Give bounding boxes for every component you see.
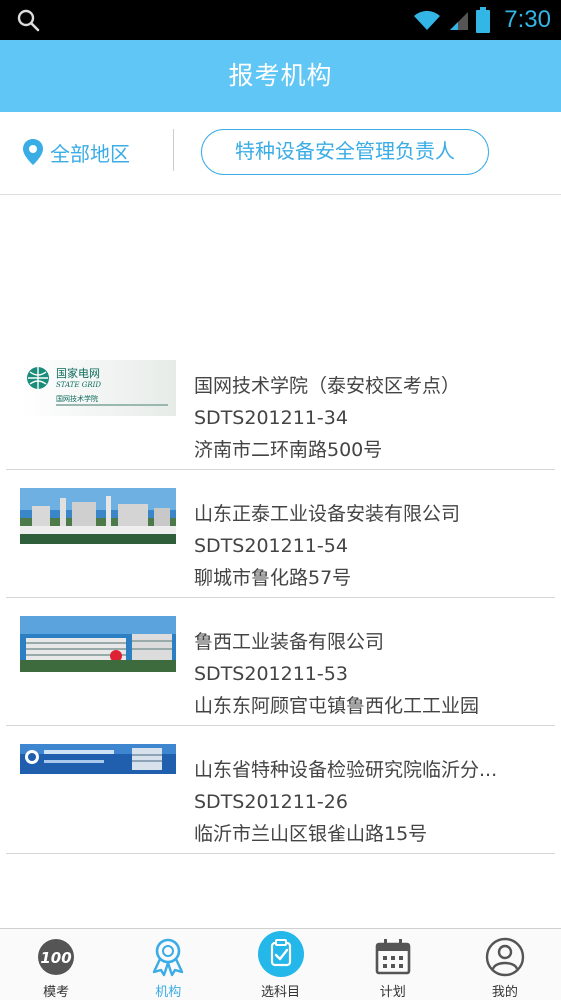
tab-institution-label: 机构 [155, 985, 182, 1000]
institution-address: 临沂市兰山区银雀山路15号 [194, 823, 428, 845]
score-100-icon: 100 [38, 939, 75, 975]
search-icon[interactable] [16, 8, 40, 32]
institution-code: SDTS201211-34 [194, 407, 348, 429]
status-time: 7:30 [504, 6, 551, 33]
institution-address: 济南市二环南路500号 [194, 439, 383, 461]
institution-photo [20, 744, 176, 800]
institution-address: 山东东阿顾官屯镇鲁西化工工业园 [194, 695, 480, 717]
institution-info: 鲁西工业装备有限公司 SDTS201211-53 山东东阿顾官屯镇鲁西化工工业园 [194, 626, 544, 722]
tab-subject[interactable]: 选科目 [224, 929, 336, 1000]
status-bar: 7:30 [0, 0, 561, 40]
institution-name: 山东省特种设备检验研究院临沂分... [194, 759, 498, 781]
bottom-nav: 100 模考 机构 选科目 计划 我的 [0, 928, 561, 1000]
institution-code: SDTS201211-53 [194, 663, 348, 685]
institution-code: SDTS201211-54 [194, 535, 348, 557]
subject-filter-button[interactable]: 特种设备安全管理负责人 [201, 129, 489, 175]
tab-mine-label: 我的 [491, 985, 518, 1000]
divider [173, 129, 174, 171]
institution-photo [20, 616, 176, 672]
institution-photo [20, 488, 176, 544]
institution-code: SDTS201211-26 [194, 791, 348, 813]
award-ribbon-icon [153, 938, 184, 977]
tab-exam-label: 模考 [43, 985, 70, 1000]
title-bar: 报考机构 [0, 40, 561, 112]
tab-plan[interactable]: 计划 [337, 929, 449, 1000]
institution-info: 山东省特种设备检验研究院临沂分... SDTS201211-26 临沂市兰山区银… [194, 754, 544, 850]
institution-address: 聊城市鲁化路57号 [194, 567, 352, 589]
region-filter[interactable]: 全部地区 [22, 136, 130, 168]
institution-name: 山东正泰工业设备安装有限公司 [194, 503, 461, 525]
region-label: 全部地区 [50, 141, 130, 166]
tab-plan-label: 计划 [379, 985, 406, 1000]
list-item[interactable]: 鲁西工业装备有限公司 SDTS201211-53 山东东阿顾官屯镇鲁西化工工业园 [6, 598, 555, 726]
list-item[interactable]: 山东省特种设备检验研究院临沂分... SDTS201211-26 临沂市兰山区银… [6, 726, 555, 854]
calendar-icon [375, 939, 411, 975]
logo-text: 国家电网 [56, 366, 100, 380]
logo-sub2-text: 国网技术学院 [56, 394, 98, 403]
tab-exam[interactable]: 100 模考 [0, 929, 112, 1000]
institution-info: 山东正泰工业设备安装有限公司 SDTS201211-54 聊城市鲁化路57号 [194, 498, 544, 594]
svg-text:100: 100 [40, 949, 71, 967]
location-pin-icon [23, 139, 43, 165]
institution-name: 国网技术学院（泰安校区考点） [194, 375, 461, 397]
filter-bar: 全部地区 特种设备安全管理负责人 [0, 112, 561, 195]
institution-list: 国家电网 STATE GRID 国网技术学院 国网技术学院（泰安校区考点） SD… [6, 342, 555, 854]
battery-icon [476, 7, 491, 33]
signal-icon [450, 12, 469, 30]
user-profile-icon [485, 937, 525, 977]
tab-subject-label: 选科目 [261, 985, 301, 1000]
list-item[interactable]: 山东正泰工业设备安装有限公司 SDTS201211-54 聊城市鲁化路57号 [6, 470, 555, 598]
logo-sub-text: STATE GRID [56, 381, 101, 389]
institution-name: 鲁西工业装备有限公司 [194, 631, 385, 653]
tab-mine[interactable]: 我的 [449, 929, 561, 1000]
clipboard-check-icon [257, 931, 304, 977]
institution-info: 国网技术学院（泰安校区考点） SDTS201211-34 济南市二环南路500号 [194, 370, 544, 466]
wifi-icon [414, 10, 441, 30]
list-item[interactable]: 国家电网 STATE GRID 国网技术学院 国网技术学院（泰安校区考点） SD… [6, 342, 555, 470]
page-title: 报考机构 [228, 61, 333, 90]
institution-logo: 国家电网 STATE GRID 国网技术学院 [20, 360, 176, 416]
tab-institution[interactable]: 机构 [112, 929, 224, 1000]
